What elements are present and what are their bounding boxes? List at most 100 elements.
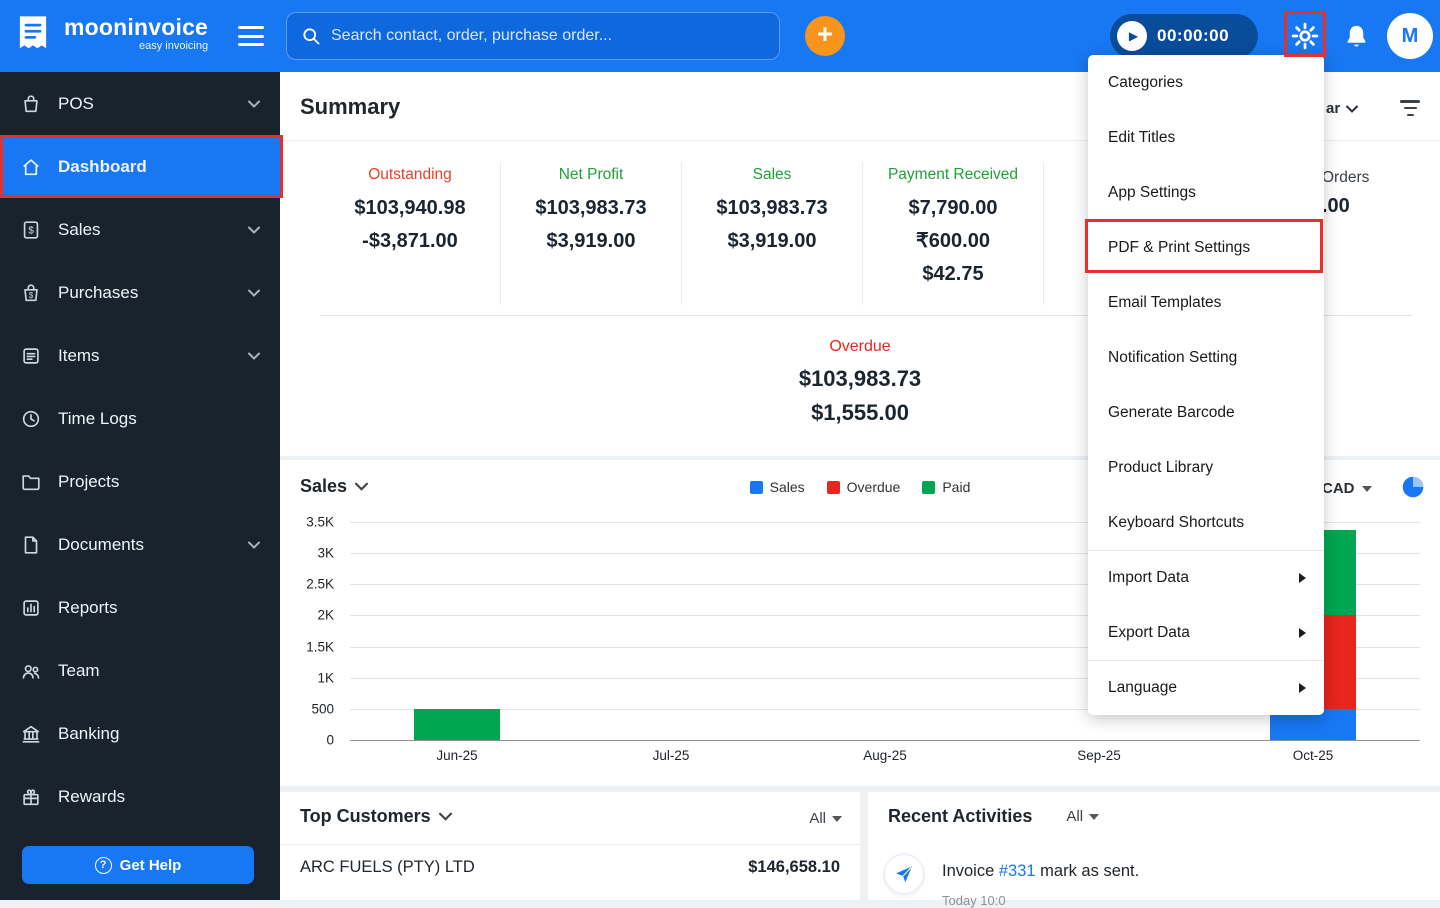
menu-item-notification-setting[interactable]: Notification Setting <box>1088 330 1324 385</box>
add-new-button[interactable]: + <box>805 16 845 56</box>
legend-swatch <box>922 480 936 494</box>
play-icon[interactable]: ▶ <box>1117 21 1147 51</box>
clock-icon <box>22 410 40 427</box>
x-axis-tick: Oct-25 <box>1292 748 1334 763</box>
y-axis-tick: 2.5K <box>306 576 334 592</box>
legend-item-paid[interactable]: Paid <box>922 479 970 495</box>
timer-widget[interactable]: ▶ 00:00:00 <box>1110 14 1258 58</box>
sales-chart-xaxis: Jun-25 Jul-25 Aug-25 Sep-25 Oct-25 <box>350 748 1420 770</box>
menu-item-edit-titles[interactable]: Edit Titles <box>1088 110 1324 165</box>
stat-label: Payment Received <box>887 166 1019 183</box>
sidebar-item-projects[interactable]: Projects <box>0 450 280 513</box>
sidebar-item-team[interactable]: Team <box>0 639 280 702</box>
y-axis-tick: 3.5K <box>306 514 334 530</box>
chevron-down-icon <box>248 541 260 549</box>
avatar-initial: M <box>1401 24 1419 47</box>
menu-item-email-templates[interactable]: Email Templates <box>1088 275 1324 330</box>
invoice-logo-icon <box>19 16 47 49</box>
chevron-down-icon <box>248 352 260 360</box>
legend-label: Sales <box>769 479 805 495</box>
sidebar-item-rewards[interactable]: Rewards <box>0 765 280 828</box>
stat-sales: Sales $103,983.73 $3,919.00 <box>682 162 863 305</box>
menu-item-categories[interactable]: Categories <box>1088 55 1324 110</box>
pie-chart-icon[interactable] <box>1400 474 1426 500</box>
folder-icon <box>22 474 40 490</box>
sidebar-item-time-logs[interactable]: Time Logs <box>0 387 280 450</box>
menu-item-export-data[interactable]: Export Data <box>1088 605 1324 660</box>
y-axis-tick: 500 <box>311 701 334 717</box>
sidebar-item-reports[interactable]: Reports <box>0 576 280 639</box>
y-axis-tick: 1K <box>317 670 334 686</box>
sidebar-item-label: Dashboard <box>58 156 147 176</box>
menu-item-keyboard-shortcuts[interactable]: Keyboard Shortcuts <box>1088 495 1324 550</box>
filter-icon[interactable] <box>1398 98 1422 118</box>
currency-dropdown[interactable]: CAD <box>1322 480 1372 497</box>
sidebar-item-label: Projects <box>58 471 120 491</box>
brand-tagline: easy invoicing <box>138 39 209 52</box>
stat-label: Outstanding <box>368 166 452 183</box>
menu-item-language[interactable]: Language <box>1088 660 1324 715</box>
sidebar-item-banking[interactable]: Banking <box>0 702 280 765</box>
legend-label: Overdue <box>846 479 901 495</box>
menu-item-label: Product Library <box>1108 458 1214 476</box>
search-input[interactable] <box>331 27 765 45</box>
sidebar-item-label: Purchases <box>58 282 139 302</box>
recent-activities-title: Recent Activities <box>888 806 1033 826</box>
sidebar-item-purchases[interactable]: $ Purchases <box>0 261 280 324</box>
legend-item-sales[interactable]: Sales <box>749 479 805 495</box>
stat-orders-partial-label: Orders <box>1322 169 1370 186</box>
sidebar-item-dashboard[interactable]: Dashboard <box>0 135 280 198</box>
menu-item-label: Language <box>1108 679 1177 696</box>
top-customers-title-dropdown[interactable]: Top Customers <box>300 806 452 827</box>
customer-row[interactable]: ARC FUELS (PTY) LTD $146,658.10 <box>300 858 840 877</box>
period-dropdown-partial[interactable]: ar <box>1326 100 1359 117</box>
caret-down-icon <box>1089 813 1100 820</box>
stat-value: $103,940.98 <box>354 197 466 219</box>
sidebar-item-label: Items <box>58 345 100 365</box>
stat-orders-partial-value: .00 <box>1322 195 1350 217</box>
menu-item-pdf-print-settings[interactable]: PDF & Print Settings <box>1088 220 1324 275</box>
sidebar-item-pos[interactable]: POS <box>0 72 280 135</box>
legend-swatch <box>826 480 840 494</box>
hamburger-icon[interactable] <box>238 26 264 46</box>
chevron-down-icon <box>248 289 260 297</box>
mooninvoice-logo[interactable]: mooninvoice easy invoicing <box>12 12 208 54</box>
menu-item-generate-barcode[interactable]: Generate Barcode <box>1088 385 1324 440</box>
customer-amount: $146,658.10 <box>748 858 840 876</box>
sidebar-item-documents[interactable]: Documents <box>0 513 280 576</box>
menu-item-app-settings[interactable]: App Settings <box>1088 165 1324 220</box>
avatar[interactable]: M <box>1387 13 1433 59</box>
home-icon <box>23 158 39 175</box>
stat-value: $42.75 <box>922 263 984 285</box>
stat-value: $3,919.00 <box>727 230 817 252</box>
legend-item-overdue[interactable]: Overdue <box>826 479 901 495</box>
timer-value: 00:00:00 <box>1157 26 1230 45</box>
sidebar-item-sales[interactable]: $ Sales <box>0 198 280 261</box>
invoice-link[interactable]: #331 <box>999 862 1036 880</box>
menu-item-label: Notification Setting <box>1108 348 1238 366</box>
stat-label: Sales <box>752 166 792 183</box>
menu-item-label: Categories <box>1108 73 1183 91</box>
bar-paid-jun-25[interactable] <box>414 708 500 740</box>
recent-activities-all-filter[interactable]: All <box>1066 808 1100 825</box>
gear-icon[interactable] <box>1290 21 1320 51</box>
svg-text:$: $ <box>29 291 34 300</box>
summary-title: Summary <box>300 94 401 119</box>
menu-item-import-data[interactable]: Import Data <box>1088 550 1324 605</box>
sidebar-item-items[interactable]: Items <box>0 324 280 387</box>
stat-value: $3,919.00 <box>546 230 636 252</box>
bell-icon[interactable] <box>1343 23 1370 50</box>
chevron-down-icon <box>438 812 452 821</box>
menu-item-label: Keyboard Shortcuts <box>1108 513 1245 531</box>
top-customers-all-filter[interactable]: All <box>809 810 842 827</box>
get-help-button[interactable]: ? Get Help <box>22 846 254 884</box>
stat-value: $7,790.00 <box>908 197 998 219</box>
x-axis-tick: Jun-25 <box>436 748 478 763</box>
menu-item-product-library[interactable]: Product Library <box>1088 440 1324 495</box>
menu-item-label: App Settings <box>1108 183 1196 201</box>
menu-item-label: Export Data <box>1108 623 1190 641</box>
gift-icon <box>23 788 39 805</box>
stat-value: $103,983.73 <box>535 197 647 219</box>
activity-meta-partial: Today 10:0 <box>942 893 1006 908</box>
legend-swatch <box>749 480 763 494</box>
